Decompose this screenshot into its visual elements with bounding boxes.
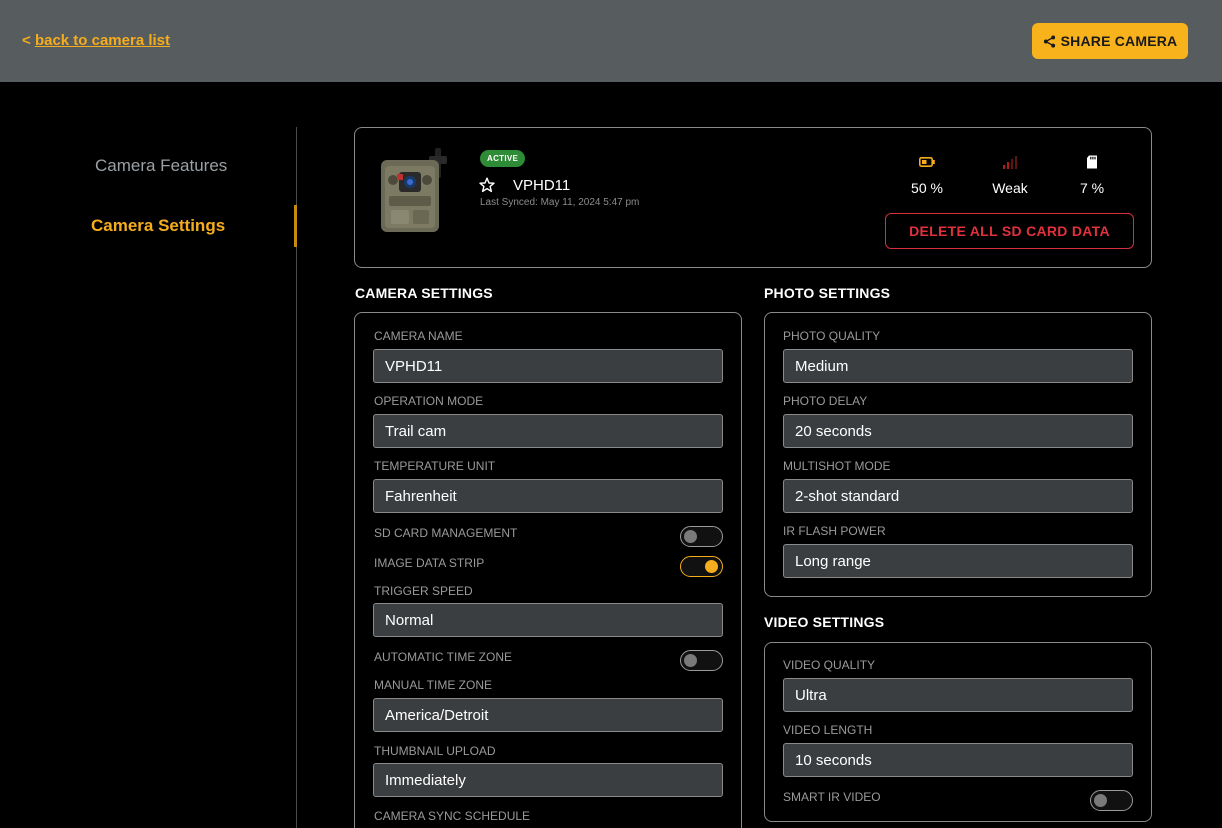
- camera-name-label: CAMERA NAME: [374, 329, 463, 343]
- battery-stat: 50 %: [892, 154, 962, 196]
- back-to-camera-list-link[interactable]: < back to camera list: [22, 32, 170, 49]
- manual-time-zone-select[interactable]: America/Detroit: [373, 698, 723, 732]
- signal-value: Weak: [992, 180, 1028, 196]
- thumbnail-upload-label: THUMBNAIL UPLOAD: [374, 744, 496, 758]
- top-bar: < back to camera list SHARE CAMERA: [0, 0, 1222, 82]
- sidebar-item-camera-features[interactable]: Camera Features: [95, 156, 227, 176]
- photo-delay-label: PHOTO DELAY: [783, 394, 868, 408]
- signal-stat: Weak: [975, 154, 1045, 196]
- image-data-strip-label: IMAGE DATA STRIP: [374, 556, 485, 570]
- video-length-label: VIDEO LENGTH: [783, 723, 873, 737]
- back-chevron: <: [22, 32, 31, 49]
- ir-flash-power-label: IR FLASH POWER: [783, 524, 886, 538]
- sd-card-icon: [1087, 155, 1097, 169]
- trigger-speed-label: TRIGGER SPEED: [374, 584, 473, 598]
- temperature-unit-label: TEMPERATURE UNIT: [374, 459, 496, 473]
- automatic-time-zone-label: AUTOMATIC TIME ZONE: [374, 650, 513, 664]
- camera-image: [381, 148, 447, 232]
- photo-delay-select[interactable]: 20 seconds: [783, 414, 1133, 448]
- multishot-mode-label: MULTISHOT MODE: [783, 459, 891, 473]
- video-length-select[interactable]: 10 seconds: [783, 743, 1133, 777]
- photo-quality-label: PHOTO QUALITY: [783, 329, 881, 343]
- video-quality-select[interactable]: Ultra: [783, 678, 1133, 712]
- favorite-star-icon[interactable]: [479, 177, 495, 193]
- smart-ir-video-toggle[interactable]: [1090, 790, 1133, 811]
- smart-ir-video-label: SMART IR VIDEO: [783, 790, 881, 804]
- photo-settings-title: PHOTO SETTINGS: [764, 285, 891, 301]
- sidebar-item-camera-settings[interactable]: Camera Settings: [91, 216, 225, 236]
- battery-value: 50 %: [911, 180, 943, 196]
- video-quality-label: VIDEO QUALITY: [783, 658, 876, 672]
- photo-quality-select[interactable]: Medium: [783, 349, 1133, 383]
- sd-card-management-label: SD CARD MANAGEMENT: [374, 526, 518, 540]
- status-badge: ACTIVE: [480, 150, 526, 167]
- camera-name-field[interactable]: VPHD11: [373, 349, 723, 383]
- temperature-unit-select[interactable]: Fahrenheit: [373, 479, 723, 513]
- video-settings-title: VIDEO SETTINGS: [764, 614, 885, 630]
- sd-card-management-toggle[interactable]: [680, 526, 723, 547]
- battery-icon: [919, 157, 935, 167]
- operation-mode-label: OPERATION MODE: [374, 394, 484, 408]
- manual-time-zone-label: MANUAL TIME ZONE: [374, 678, 493, 692]
- last-synced: Last Synced: May 11, 2024 5:47 pm: [480, 197, 640, 208]
- back-link-label: back to camera list: [34, 32, 171, 49]
- automatic-time-zone-toggle[interactable]: [680, 650, 723, 671]
- thumbnail-upload-select[interactable]: Immediately: [373, 763, 723, 797]
- trigger-speed-select[interactable]: Normal: [373, 603, 723, 637]
- share-camera-button[interactable]: SHARE CAMERA: [1032, 23, 1188, 59]
- operation-mode-select[interactable]: Trail cam: [373, 414, 723, 448]
- multishot-mode-select[interactable]: 2-shot standard: [783, 479, 1133, 513]
- camera-summary-card: ACTIVE VPHD11 Last Synced: May 11, 2024 …: [354, 127, 1152, 268]
- share-icon: [1043, 34, 1055, 48]
- sd-card-value: 7 %: [1079, 180, 1105, 196]
- share-camera-label: SHARE CAMERA: [1060, 33, 1178, 49]
- delete-sd-card-data-button[interactable]: DELETE ALL SD CARD DATA: [885, 213, 1134, 249]
- signal-icon: [1003, 156, 1018, 169]
- camera-name: VPHD11: [513, 177, 571, 194]
- camera-sync-schedule-label: CAMERA SYNC SCHEDULE: [374, 809, 531, 823]
- camera-settings-title: CAMERA SETTINGS: [355, 285, 493, 301]
- ir-flash-power-select[interactable]: Long range: [783, 544, 1133, 578]
- image-data-strip-toggle[interactable]: [680, 556, 723, 577]
- sd-card-stat: 7 %: [1057, 154, 1127, 196]
- sidebar-active-indicator: [294, 205, 297, 247]
